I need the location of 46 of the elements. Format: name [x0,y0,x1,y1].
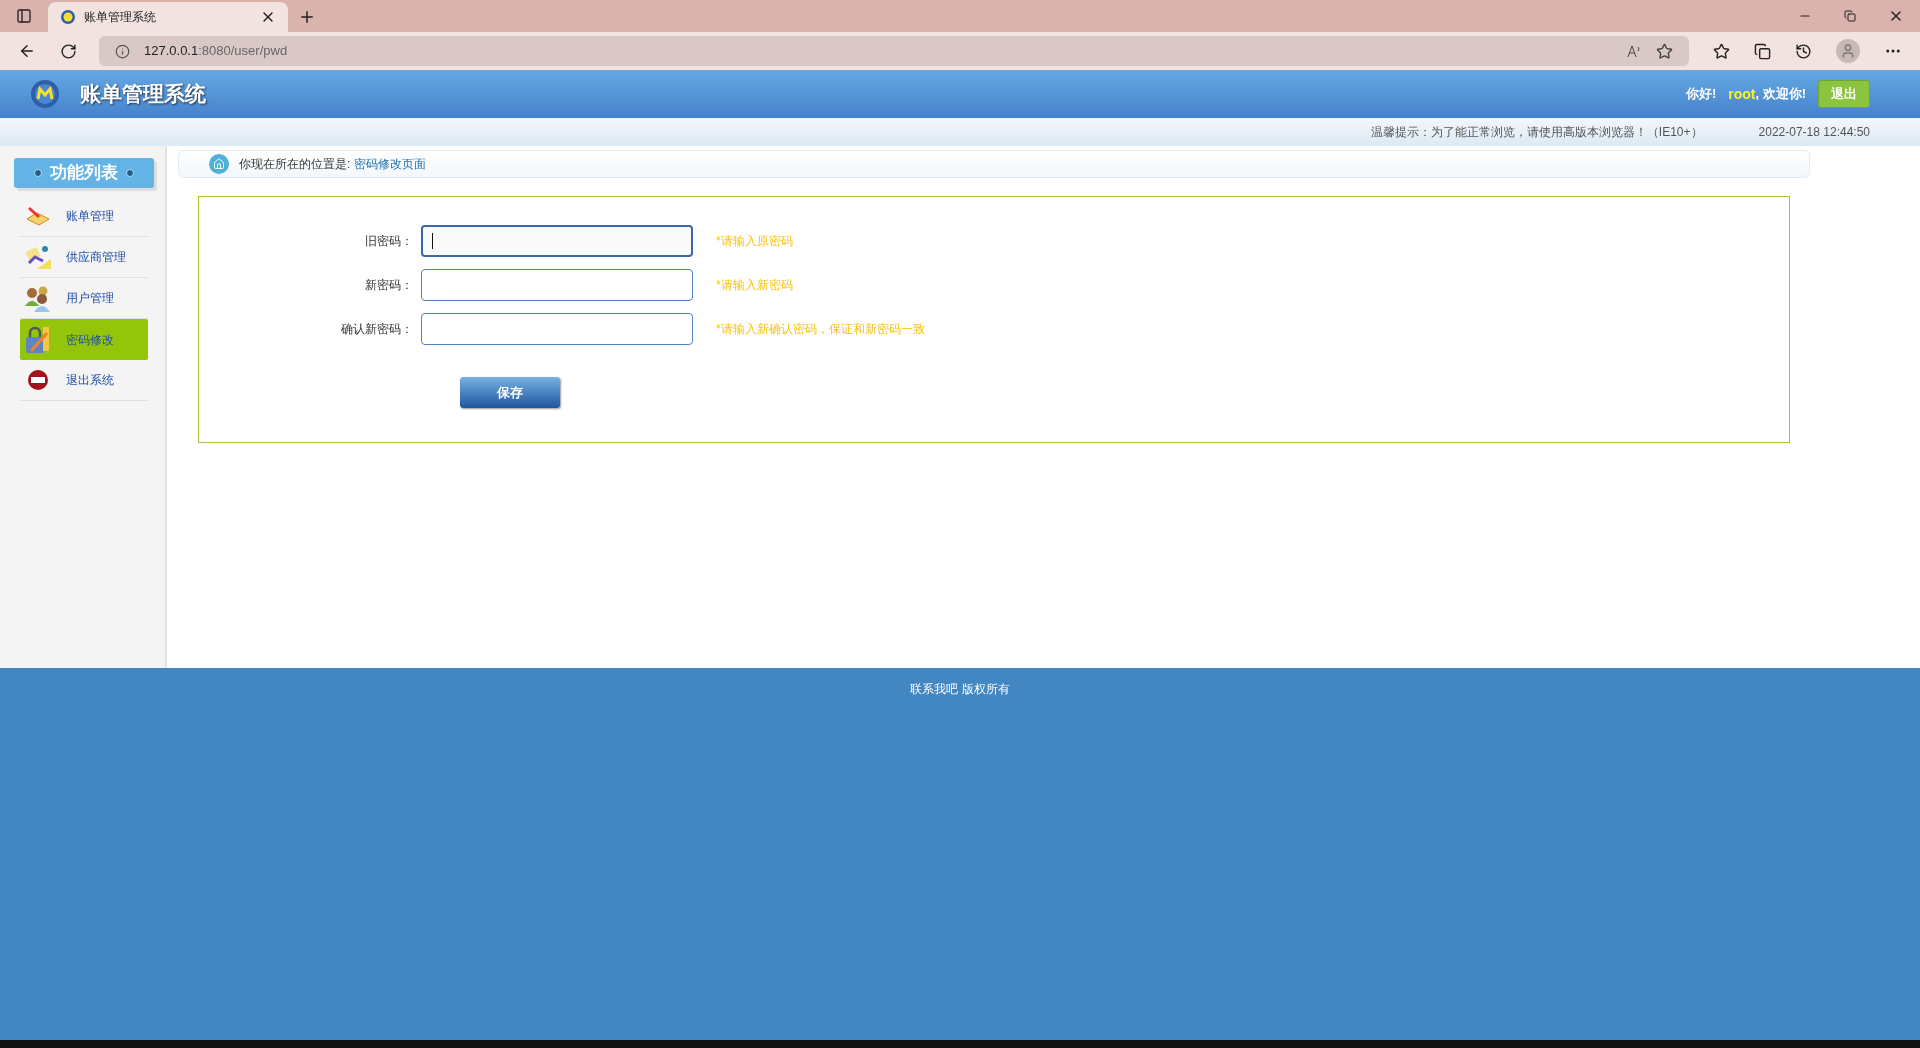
password-field[interactable] [421,225,693,257]
username-text: root [1728,84,1756,104]
browser-tip-text: 温馨提示：为了能正常浏览，请使用高版本浏览器！（IE10+） [1370,124,1703,141]
new-tab-icon[interactable] [298,8,316,26]
welcome-text: , 欢迎你! [1755,85,1806,104]
pencil-paper-icon [25,205,51,227]
password-field[interactable] [421,313,693,345]
profile-avatar[interactable] [1836,39,1860,63]
password-field[interactable] [421,269,693,301]
favorite-add-icon[interactable] [1656,42,1673,60]
back-icon[interactable] [18,42,36,60]
breadcrumb-text: 你现在所在的位置是: 密码修改页面 [239,156,426,173]
field-label: 新密码： [364,277,414,294]
datetime-text: 2022-07-18 12:44:50 [1758,124,1870,141]
sidebar-item[interactable]: 退出系统 [20,360,148,401]
exit-icon [27,369,49,391]
favorites-icon[interactable] [1713,42,1730,60]
home-icon [209,154,229,174]
app-title: 账单管理系统 [80,81,206,108]
sidebar-toggle-icon[interactable] [16,8,32,24]
field-hint: *请输入原密码 [716,233,793,250]
logo-icon [60,9,76,25]
tab-title: 账单管理系统 [84,9,157,26]
restore-icon[interactable] [1844,10,1856,22]
info-icon [115,43,130,59]
sidebar-item[interactable]: 密码修改 [20,319,148,360]
field-label: 旧密码： [364,233,414,250]
collections-icon[interactable] [1754,42,1771,60]
field-hint: *请输入新密码 [716,277,793,294]
sidebar-title: 功能列表 [50,162,118,185]
save-button[interactable]: 保存 [460,377,560,408]
field-hint: *请输入新确认密码，保证和新密码一致 [716,321,925,338]
address-field[interactable]: 127.0.0.1:8080/user/pwd [99,36,1689,66]
sidebar-item[interactable]: 账单管理 [20,196,148,237]
url-text: 127.0.0.1:8080/user/pwd [144,42,289,61]
copyright-text: 联系我吧 版权所有 [910,681,1010,698]
field-label: 确认新密码： [340,321,414,338]
reload-icon[interactable] [60,42,77,60]
people-chart-icon [23,243,53,271]
greeting-text: 你好! [1685,85,1717,104]
browser-tab[interactable]: 账单管理系统 [48,2,288,32]
history-icon[interactable] [1795,42,1812,60]
logo-icon [30,79,60,109]
sidebar-item[interactable]: 供应商管理 [20,237,148,278]
read-aloud-icon[interactable] [1626,43,1642,59]
users-icon [23,284,53,312]
